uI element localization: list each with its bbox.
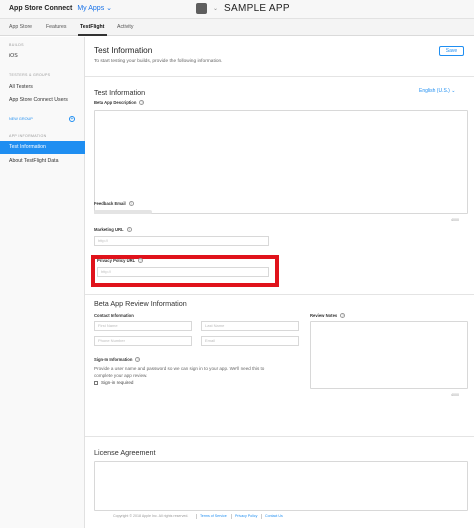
feedback-email-label-text: Feedback Email	[94, 201, 126, 206]
section-title-test-info: Test Information	[94, 88, 146, 97]
help-icon[interactable]: ?	[340, 313, 346, 319]
tab-features[interactable]: Features	[46, 24, 66, 30]
contact-link[interactable]: Contact Us	[265, 514, 283, 518]
page-subtitle: To start testing your builds, provide th…	[94, 59, 223, 64]
privacy-url-label-text: Privacy Policy URL	[97, 258, 136, 263]
review-notes-textarea[interactable]	[310, 321, 468, 389]
tab-testflight[interactable]: TestFlight	[80, 24, 104, 30]
privacy-url-label: Privacy Policy URL?	[97, 258, 144, 264]
page-title: Test Information	[94, 46, 153, 55]
email-input[interactable]: Email	[201, 336, 299, 346]
add-group-icon[interactable]: +	[69, 116, 75, 122]
sidebar-item-test-information[interactable]: Test Information	[0, 141, 85, 154]
privacy-url-input[interactable]: http://	[97, 267, 269, 277]
chevron-down-icon[interactable]: ⌄	[213, 5, 218, 12]
sidebar-heading-testers: TESTERS & GROUPS	[9, 73, 51, 77]
sidebar: BUILDS iOS TESTERS & GROUPS All Testers …	[0, 37, 85, 528]
sidebar-heading-app-info: APP INFORMATION	[9, 134, 47, 138]
footer: Copyright © 2018 Apple Inc. All rights r…	[0, 511, 474, 523]
help-icon[interactable]: ?	[138, 258, 144, 264]
beta-desc-counter: 4000	[451, 218, 459, 222]
review-notes-label: Review Notes?	[310, 313, 346, 319]
signin-description-line-1: Provide a user name and password so we c…	[94, 366, 265, 371]
brand: App Store Connect My Apps ⌄	[9, 4, 112, 12]
footer-separator	[231, 514, 232, 519]
sidebar-item-asc-users[interactable]: App Store Connect Users	[9, 97, 68, 103]
section-title-review: Beta App Review Information	[94, 299, 187, 308]
help-icon[interactable]: ?	[139, 100, 145, 106]
section-title-license: License Agreement	[94, 448, 156, 457]
review-notes-label-text: Review Notes	[310, 313, 338, 318]
divider	[85, 436, 474, 437]
my-apps-menu[interactable]: My Apps ⌄	[77, 5, 112, 12]
my-apps-label: My Apps	[77, 5, 105, 12]
app-icon	[196, 3, 207, 14]
help-icon[interactable]: ?	[128, 201, 134, 207]
sidebar-item-all-testers[interactable]: All Testers	[9, 84, 33, 90]
marketing-url-input[interactable]: http://	[94, 236, 269, 246]
main-content: Test Information To start testing your b…	[85, 37, 474, 528]
copyright: Copyright © 2018 Apple Inc. All rights r…	[113, 514, 189, 518]
new-group-link[interactable]: NEW GROUP	[9, 117, 33, 121]
divider	[85, 76, 474, 77]
license-agreement-box[interactable]	[94, 461, 468, 511]
terms-link[interactable]: Terms of Service	[200, 514, 227, 518]
brand-title[interactable]: App Store Connect	[9, 5, 72, 12]
privacy-link[interactable]: Privacy Policy	[235, 514, 257, 518]
sidebar-item-about-data[interactable]: About TestFlight Data	[9, 158, 59, 164]
signin-label-text: Sign-In Information	[94, 357, 133, 362]
first-name-input[interactable]: First Name	[94, 321, 192, 331]
chevron-down-icon: ⌄	[106, 5, 113, 12]
divider	[85, 294, 474, 295]
beta-desc-label-text: Beta App Description	[94, 100, 137, 105]
tab-activity[interactable]: Activity	[117, 24, 133, 30]
signin-required-checkbox[interactable]	[94, 381, 98, 385]
tab-bar: App Store Features TestFlight Activity	[0, 19, 474, 36]
phone-input[interactable]: Phone Number	[94, 336, 192, 346]
last-name-input[interactable]: Last Name	[201, 321, 299, 331]
footer-separator	[196, 514, 197, 519]
review-notes-counter: 4000	[451, 393, 459, 397]
app-name: SAMPLE APP	[224, 3, 290, 14]
top-bar: App Store Connect My Apps ⌄ ⌄ SAMPLE APP	[0, 0, 474, 19]
contact-label: Contact Information	[94, 313, 134, 318]
tab-app-store[interactable]: App Store	[9, 24, 32, 30]
footer-separator	[261, 514, 262, 519]
feedback-email-label: Feedback Email?	[94, 201, 134, 207]
beta-desc-label: Beta App Description?	[94, 100, 145, 106]
save-button[interactable]: Save	[439, 46, 464, 56]
signin-description-line-2: complete your app review.	[94, 373, 148, 378]
beta-desc-textarea[interactable]	[94, 110, 468, 214]
marketing-url-label-text: Marketing URL	[94, 227, 124, 232]
help-icon[interactable]: ?	[135, 357, 141, 363]
language-select[interactable]: English (U.S.) ⌄	[419, 88, 455, 94]
sidebar-item-ios[interactable]: iOS	[9, 53, 18, 59]
signin-label: Sign-In Information?	[94, 357, 141, 363]
tab-active-indicator	[78, 34, 107, 36]
marketing-url-label: Marketing URL?	[94, 227, 132, 233]
feedback-email-value	[94, 210, 152, 214]
sidebar-heading-builds: BUILDS	[9, 43, 24, 47]
help-icon[interactable]: ?	[126, 227, 132, 233]
signin-required-label[interactable]: Sign-in required	[101, 380, 133, 385]
app-selector[interactable]: ⌄ SAMPLE APP	[196, 3, 290, 14]
